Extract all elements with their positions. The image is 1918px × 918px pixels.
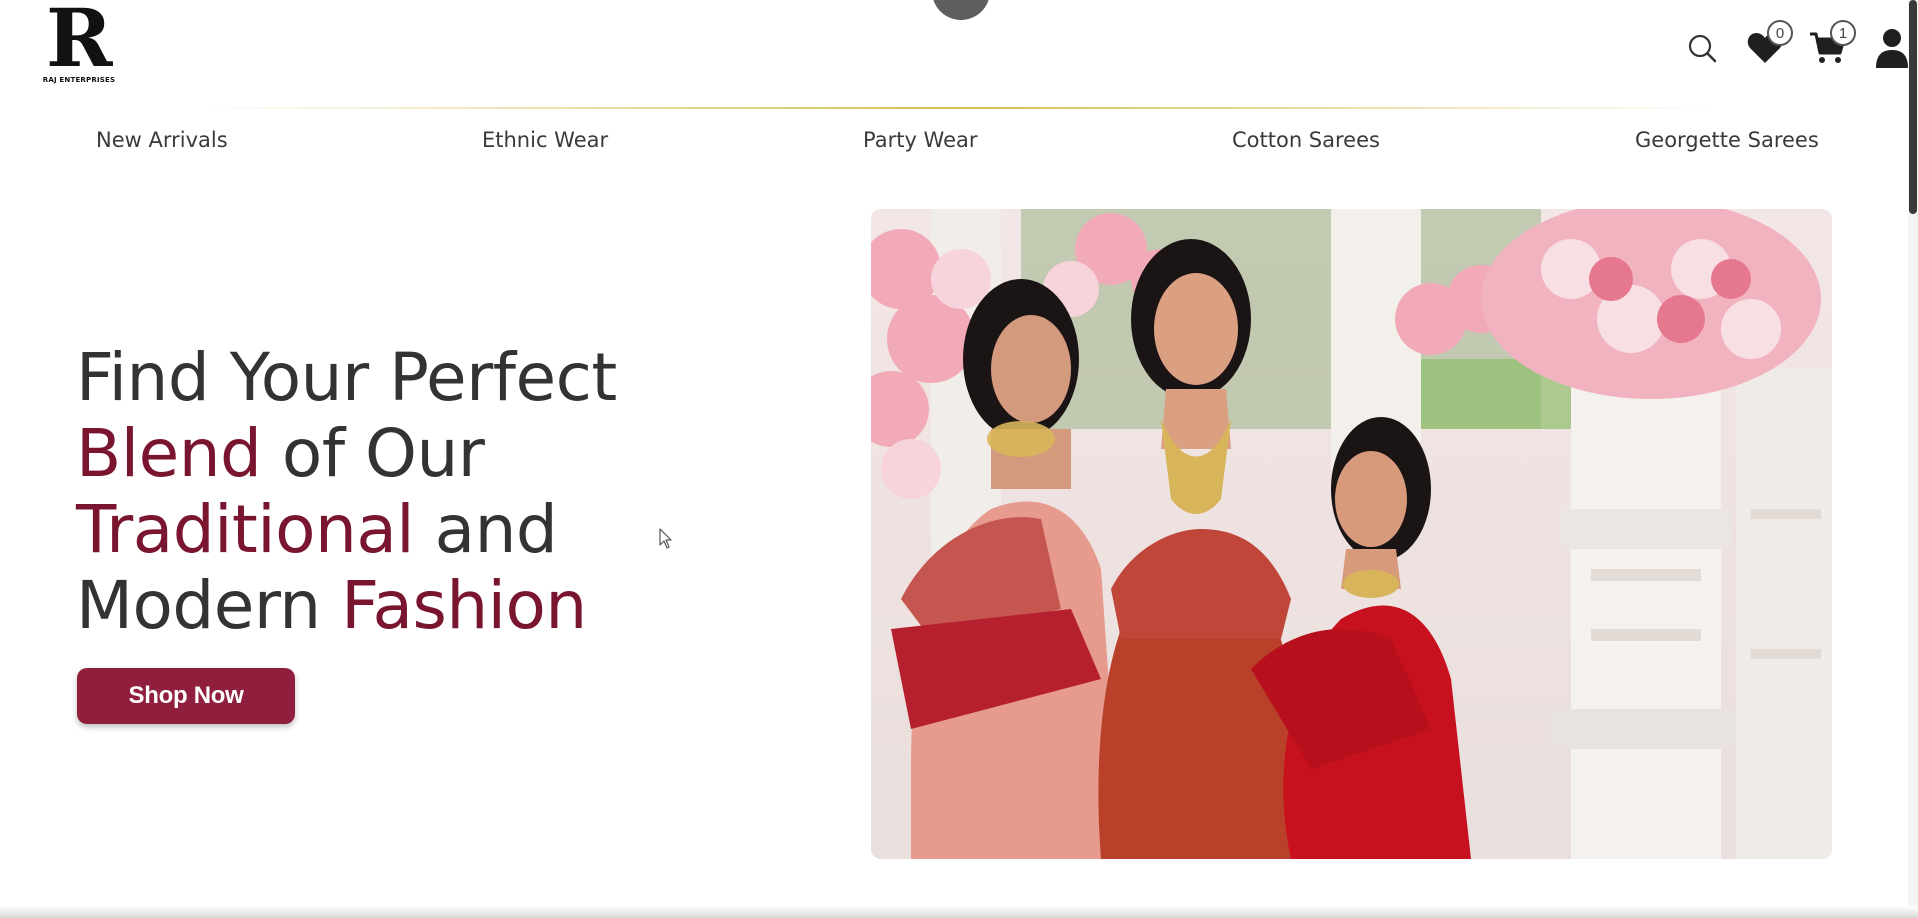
cart-button[interactable]: 1 bbox=[1808, 20, 1856, 68]
nav-party-wear[interactable]: Party Wear bbox=[863, 128, 978, 152]
page-scrollbar[interactable] bbox=[1908, 0, 1918, 918]
headline-line-2-rest: of Our bbox=[261, 415, 485, 492]
account-button[interactable] bbox=[1872, 28, 1912, 68]
main-nav: New Arrivals Ethnic Wear Party Wear Cott… bbox=[0, 128, 1918, 168]
header-divider bbox=[200, 107, 1720, 109]
headline-line-1: Find Your Perfect bbox=[76, 339, 617, 416]
search-button[interactable] bbox=[1682, 28, 1722, 68]
scrollbar-thumb[interactable] bbox=[1909, 0, 1917, 214]
logo-letter: R bbox=[46, 0, 113, 85]
nav-ethnic-wear[interactable]: Ethnic Wear bbox=[482, 128, 608, 152]
site-header: R RAJ ENTERPRISES 0 1 bbox=[0, 0, 1918, 110]
nav-georgette-sarees[interactable]: Georgette Sarees bbox=[1635, 128, 1819, 152]
headline-line-4-plain: Modern bbox=[76, 567, 342, 644]
wishlist-count-badge: 0 bbox=[1767, 20, 1793, 46]
nav-new-arrivals[interactable]: New Arrivals bbox=[96, 128, 228, 152]
shop-now-button[interactable]: Shop Now bbox=[77, 668, 295, 724]
wishlist-button[interactable]: 0 bbox=[1745, 20, 1793, 68]
floating-dot bbox=[932, 0, 990, 20]
mouse-cursor-icon bbox=[659, 528, 672, 549]
bottom-section-edge bbox=[0, 906, 1918, 918]
nav-cotton-sarees[interactable]: Cotton Sarees bbox=[1232, 128, 1380, 152]
cart-count-badge: 1 bbox=[1830, 20, 1856, 46]
header-actions: 0 1 bbox=[1658, 20, 1918, 80]
brand-logo[interactable]: R RAJ ENTERPRISES bbox=[40, 0, 118, 88]
user-icon bbox=[1876, 29, 1908, 68]
headline-accent-traditional: Traditional bbox=[76, 491, 415, 568]
hero-headline: Find Your Perfect Blend of Our Tradition… bbox=[76, 340, 796, 644]
headline-line-3-rest: and bbox=[414, 491, 558, 568]
headline-accent-fashion: Fashion bbox=[341, 567, 587, 644]
hero-banner-image bbox=[871, 209, 1832, 859]
logo-text: RAJ ENTERPRISES bbox=[42, 76, 116, 84]
banner-illustration bbox=[871, 209, 1832, 859]
headline-accent-blend: Blend bbox=[76, 415, 262, 492]
search-icon bbox=[1688, 34, 1717, 63]
